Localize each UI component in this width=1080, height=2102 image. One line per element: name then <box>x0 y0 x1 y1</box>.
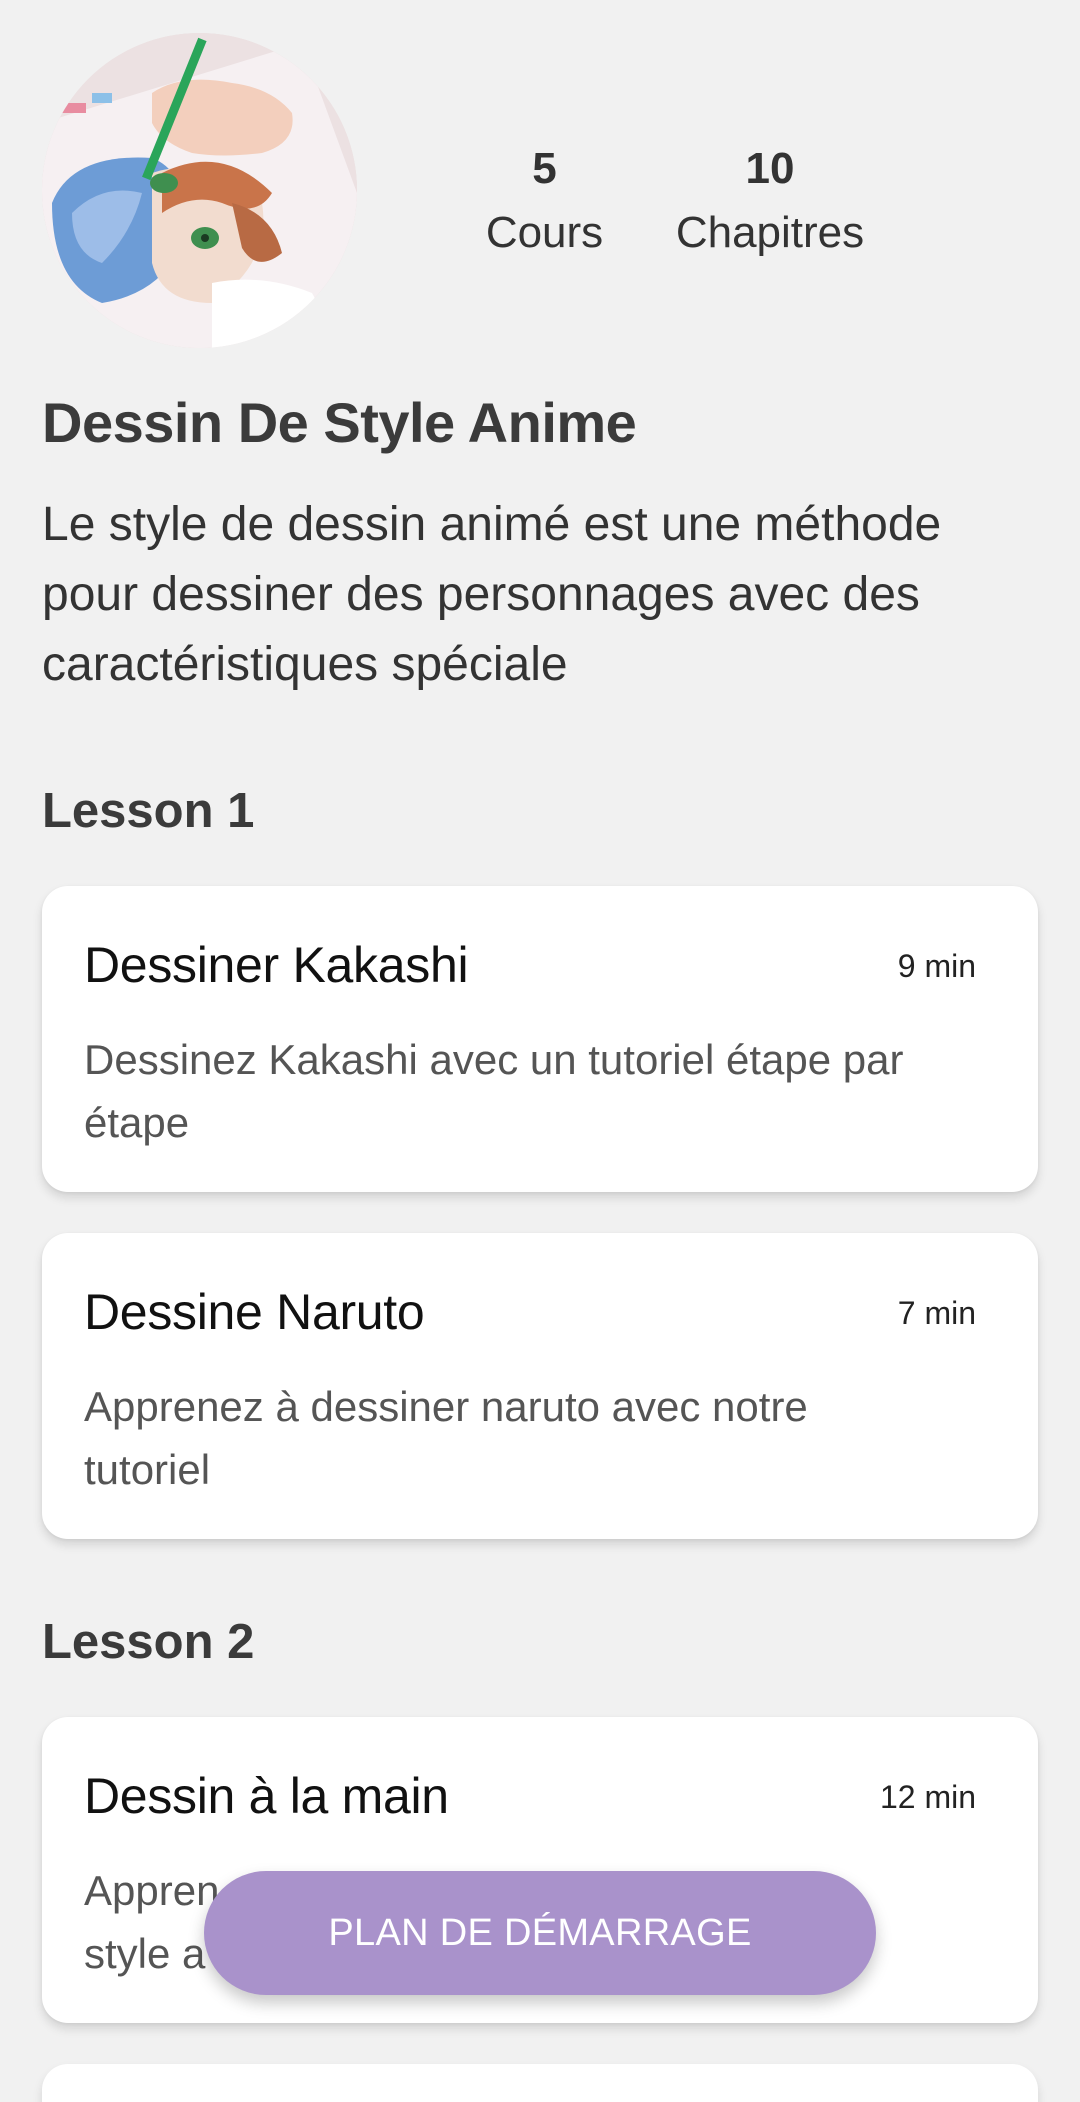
stat-chapters-label: Chapitres <box>675 208 865 257</box>
stat-courses-value: 5 <box>532 144 557 193</box>
start-plan-button[interactable]: PLAN DE DÉMARRAGE <box>204 1871 876 1995</box>
chapter-duration: 9 min <box>897 948 976 984</box>
chapter-card-naruto[interactable]: Dessine Naruto 7 min Apprenez à dessiner… <box>42 1233 1038 1539</box>
stat-courses-label: Cours <box>485 208 604 257</box>
chapter-title: Dessin à la main <box>84 1768 449 1824</box>
stat-courses: 5 Cours <box>432 141 657 261</box>
course-title: Dessin De Style Anime <box>42 391 637 454</box>
lesson-heading-2: Lesson 2 <box>42 1615 255 1669</box>
chapter-title: Dessine Naruto <box>84 1284 425 1340</box>
course-detail-page: 5 Cours 10 Chapitres Dessin De Style Ani… <box>0 0 1080 2102</box>
chapter-description: Apprenez à dessiner naruto avec notre tu… <box>84 1383 808 1493</box>
chapter-duration: 7 min <box>897 1295 976 1331</box>
lesson-heading-1: Lesson 1 <box>42 784 255 838</box>
course-description: Le style de dessin animé est une méthode… <box>42 498 942 691</box>
stat-chapters: 10 Chapitres <box>640 141 900 261</box>
chapter-description-line-2: style a <box>84 1930 206 1977</box>
anime-drawing-photo-icon <box>42 33 357 348</box>
chapter-title: Dessiner Kakashi <box>84 937 469 993</box>
course-avatar <box>42 33 357 348</box>
course-header: 5 Cours 10 Chapitres <box>42 33 1042 348</box>
chapter-card-next[interactable] <box>42 2064 1038 2102</box>
chapter-description-line-1: Appren <box>84 1867 220 1914</box>
stat-chapters-value: 10 <box>745 144 795 193</box>
chapter-card-kakashi[interactable]: Dessiner Kakashi 9 min Dessinez Kakashi … <box>42 886 1038 1192</box>
chapter-duration: 12 min <box>879 1779 976 1815</box>
chapter-description: Dessinez Kakashi avec un tutoriel étape … <box>84 1036 904 1146</box>
